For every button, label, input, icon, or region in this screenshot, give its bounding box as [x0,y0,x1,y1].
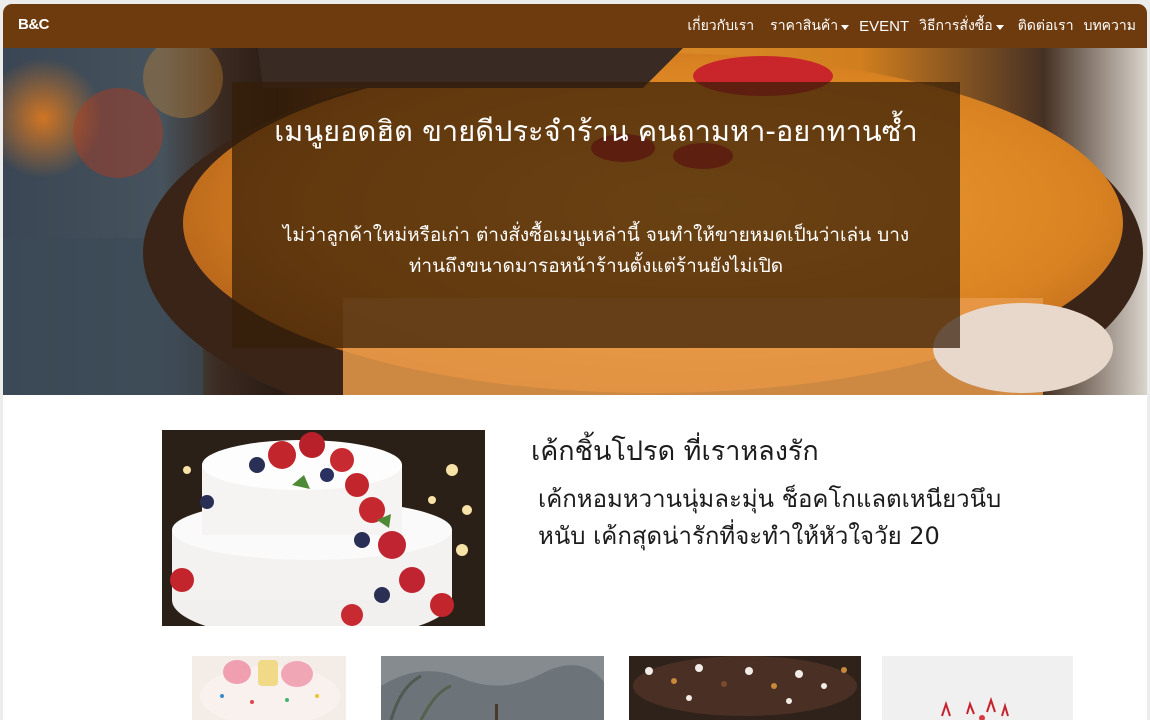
hero-banner: เมนูยอดฮิต ขายดีประจำร้าน คนถามหา-อยาทาน… [3,48,1147,395]
feature-title: เค้กชิ้นโปรด ที่เราหลงรัก [531,436,819,467]
nav-item-event[interactable]: EVENT [854,18,914,35]
page-frame: B&C เกี่ยวกับเรา ราคาสินค้า EVENT วิธีกา… [3,4,1147,720]
macaron-cake-image [192,656,346,720]
product-thumb-2[interactable] [381,656,604,720]
nav-item-contact-label: ติดต่อเรา [1017,17,1074,33]
nav-item-contact[interactable]: ติดต่อเรา [1013,15,1079,37]
nav-item-prices[interactable]: ราคาสินค้า [765,15,854,37]
white-cake-image [882,656,1073,720]
nav-item-about[interactable]: เกี่ยวกับเรา [682,15,759,37]
brand-logo[interactable]: B&C [18,16,50,33]
product-thumb-3[interactable] [629,656,861,720]
chevron-down-icon [995,24,1004,30]
product-thumb-1[interactable] [192,656,346,720]
nav-item-articles[interactable]: บทความ [1079,15,1141,37]
navbar: B&C เกี่ยวกับเรา ราคาสินค้า EVENT วิธีกา… [3,4,1147,48]
nav-item-about-label: เกี่ยวกับเรา [687,17,755,33]
feature-cake-image [162,430,485,626]
nav-links: เกี่ยวกับเรา ราคาสินค้า EVENT วิธีการสั่… [682,4,1141,48]
product-thumb-4[interactable] [882,656,1073,720]
nav-item-how-to-order[interactable]: วิธีการสั่งซื้อ [914,15,1009,37]
hero-title: เมนูยอดฮิต ขายดีประจำร้าน คนถามหา-อยาทาน… [274,114,918,148]
hero-subtitle: ไม่ว่าลูกค้าใหม่หรือเก่า ต่างสั่งซื้อเมน… [282,224,910,277]
nav-item-event-label: EVENT [859,17,910,35]
nav-item-articles-label: บทความ [1083,17,1136,33]
gray-cake-image [381,656,604,720]
nav-item-how-to-order-label: วิธีการสั่งซื้อ [919,17,993,33]
nav-item-prices-label: ราคาสินค้า [770,17,839,33]
chevron-down-icon [841,24,850,30]
feature-description: เค้กหอมหวานนุ่มละมุ่น ช็อคโกแลตเหนียวนึบ… [538,485,1002,550]
cake-illustration [162,430,485,626]
chocolate-cake-image [629,656,861,720]
hero-overlay-panel: เมนูยอดฮิต ขายดีประจำร้าน คนถามหา-อยาทาน… [232,82,960,348]
